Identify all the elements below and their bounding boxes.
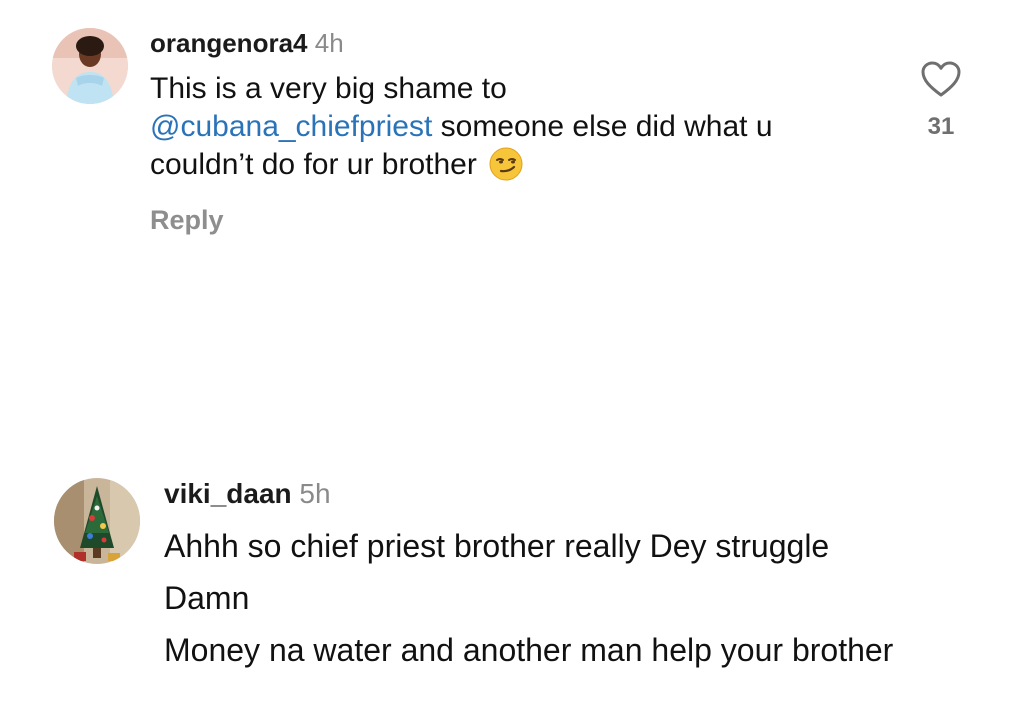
comment-text: This is a very big shame to @cubana_chie… <box>150 70 890 191</box>
timestamp: 4h <box>314 28 344 58</box>
comment-item: orangenora4 4h This is a very big shame … <box>0 0 1024 300</box>
avatar[interactable] <box>54 478 140 564</box>
comment-text-line: couldn’t do for ur brother <box>150 148 477 181</box>
avatar-photo <box>54 478 140 564</box>
comment-text-line: Ahhh so chief priest brother really Dey … <box>164 528 830 564</box>
comment-text-segment: someone else did what u <box>432 110 773 143</box>
avatar-photo <box>52 28 128 104</box>
mention-link[interactable]: @cubana_chiefpriest <box>150 110 432 143</box>
comment-text-line: Money na water and another man help your… <box>164 632 894 668</box>
comment-meta: viki_daan 5h <box>164 478 331 510</box>
reply-button[interactable]: Reply <box>150 205 224 236</box>
like-button[interactable]: 31 <box>910 60 972 141</box>
comment-text-line: This is a very big shame to <box>150 72 507 105</box>
comment-text-line: Damn <box>164 580 250 616</box>
heart-outline-icon[interactable] <box>920 61 962 102</box>
like-count: 31 <box>927 113 955 140</box>
comment-item: viki_daan 5h Ahhh so chief priest brothe… <box>0 470 1024 722</box>
username[interactable]: orangenora4 <box>150 28 308 58</box>
timestamp: 5h <box>299 478 331 509</box>
avatar[interactable] <box>52 28 128 104</box>
username[interactable]: viki_daan <box>164 478 292 509</box>
comment-meta: orangenora4 4h <box>150 28 344 59</box>
comment-text: Ahhh so chief priest brother really Dey … <box>164 526 994 682</box>
smirking-face-emoji <box>489 147 523 191</box>
